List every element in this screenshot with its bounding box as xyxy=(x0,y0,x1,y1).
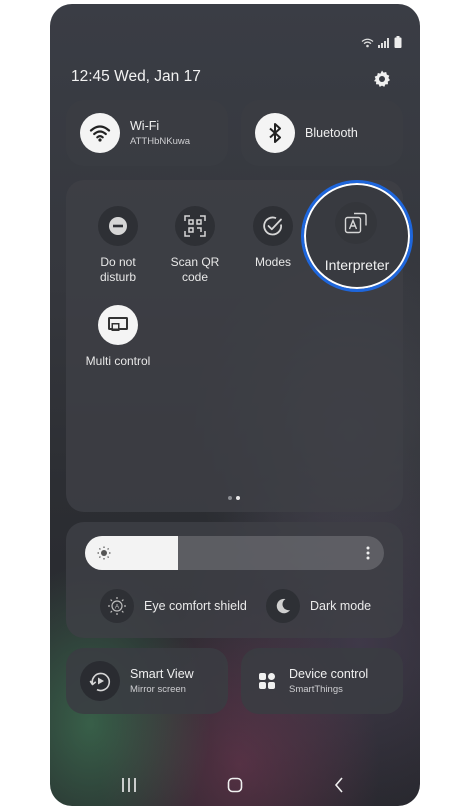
smart-view-icon xyxy=(80,661,120,701)
device-control-icon xyxy=(255,661,279,701)
scan-qr-toggle[interactable]: Scan QR code xyxy=(150,206,240,285)
eye-comfort-shield-label: Eye comfort shield xyxy=(144,599,247,613)
page-indicator xyxy=(228,496,240,500)
signal-icon xyxy=(378,38,389,48)
brightness-panel: A Eye comfort shield Dark mode xyxy=(66,522,403,638)
status-bar xyxy=(361,36,402,48)
device-control-subtitle: SmartThings xyxy=(289,684,343,695)
eye-comfort-shield-toggle[interactable]: A Eye comfort shield xyxy=(100,589,247,623)
bluetooth-title: Bluetooth xyxy=(305,126,358,140)
sun-icon xyxy=(97,546,111,560)
dark-mode-label: Dark mode xyxy=(310,599,372,613)
more-options-icon[interactable] xyxy=(366,546,370,560)
svg-text:A: A xyxy=(115,604,120,611)
device-control-tile[interactable]: Device control SmartThings xyxy=(241,648,403,714)
brightness-slider[interactable] xyxy=(85,536,384,570)
moon-icon xyxy=(266,589,300,623)
multi-control-label: Multi control xyxy=(85,354,151,368)
phone-screen: 12:45 Wed, Jan 17 Wi-Fi ATTHbNKuwa Bluet… xyxy=(50,4,420,806)
wifi-tile[interactable]: Wi-Fi ATTHbNKuwa xyxy=(66,100,228,166)
smart-view-tile[interactable]: Smart View Mirror screen xyxy=(66,648,228,714)
page-dot-1 xyxy=(228,496,232,500)
wifi-icon xyxy=(361,38,374,48)
qr-scan-icon xyxy=(175,206,215,246)
bluetooth-tile[interactable]: Bluetooth xyxy=(241,100,403,166)
dark-mode-toggle[interactable]: Dark mode xyxy=(266,589,371,623)
minus-circle-icon xyxy=(98,206,138,246)
page-dot-2 xyxy=(236,496,240,500)
battery-icon xyxy=(394,36,402,48)
back-icon[interactable] xyxy=(328,774,350,796)
multi-control-toggle[interactable]: Multi control xyxy=(73,305,163,369)
wifi-title: Wi-Fi xyxy=(130,119,160,133)
check-circle-icon xyxy=(253,206,293,246)
bluetooth-icon xyxy=(255,113,295,153)
home-icon[interactable] xyxy=(224,774,246,796)
smart-view-title: Smart View xyxy=(130,667,194,681)
multi-control-icon xyxy=(98,305,138,345)
scan-qr-label: Scan QR code xyxy=(170,255,220,284)
device-control-title: Device control xyxy=(289,667,369,681)
clock-date: 12:45 Wed, Jan 17 xyxy=(71,68,201,85)
navigation-bar xyxy=(50,764,420,804)
interpreter-toggle[interactable]: Interpreter xyxy=(301,180,413,292)
wifi-network-name: ATTHbNKuwa xyxy=(130,136,191,147)
wifi-icon xyxy=(80,113,120,153)
interpreter-label: Interpreter xyxy=(324,257,390,273)
smart-view-subtitle: Mirror screen xyxy=(130,684,186,695)
eye-comfort-icon: A xyxy=(100,589,134,623)
recents-icon[interactable] xyxy=(118,774,140,796)
translate-icon xyxy=(335,202,377,244)
gear-icon[interactable] xyxy=(372,69,392,89)
